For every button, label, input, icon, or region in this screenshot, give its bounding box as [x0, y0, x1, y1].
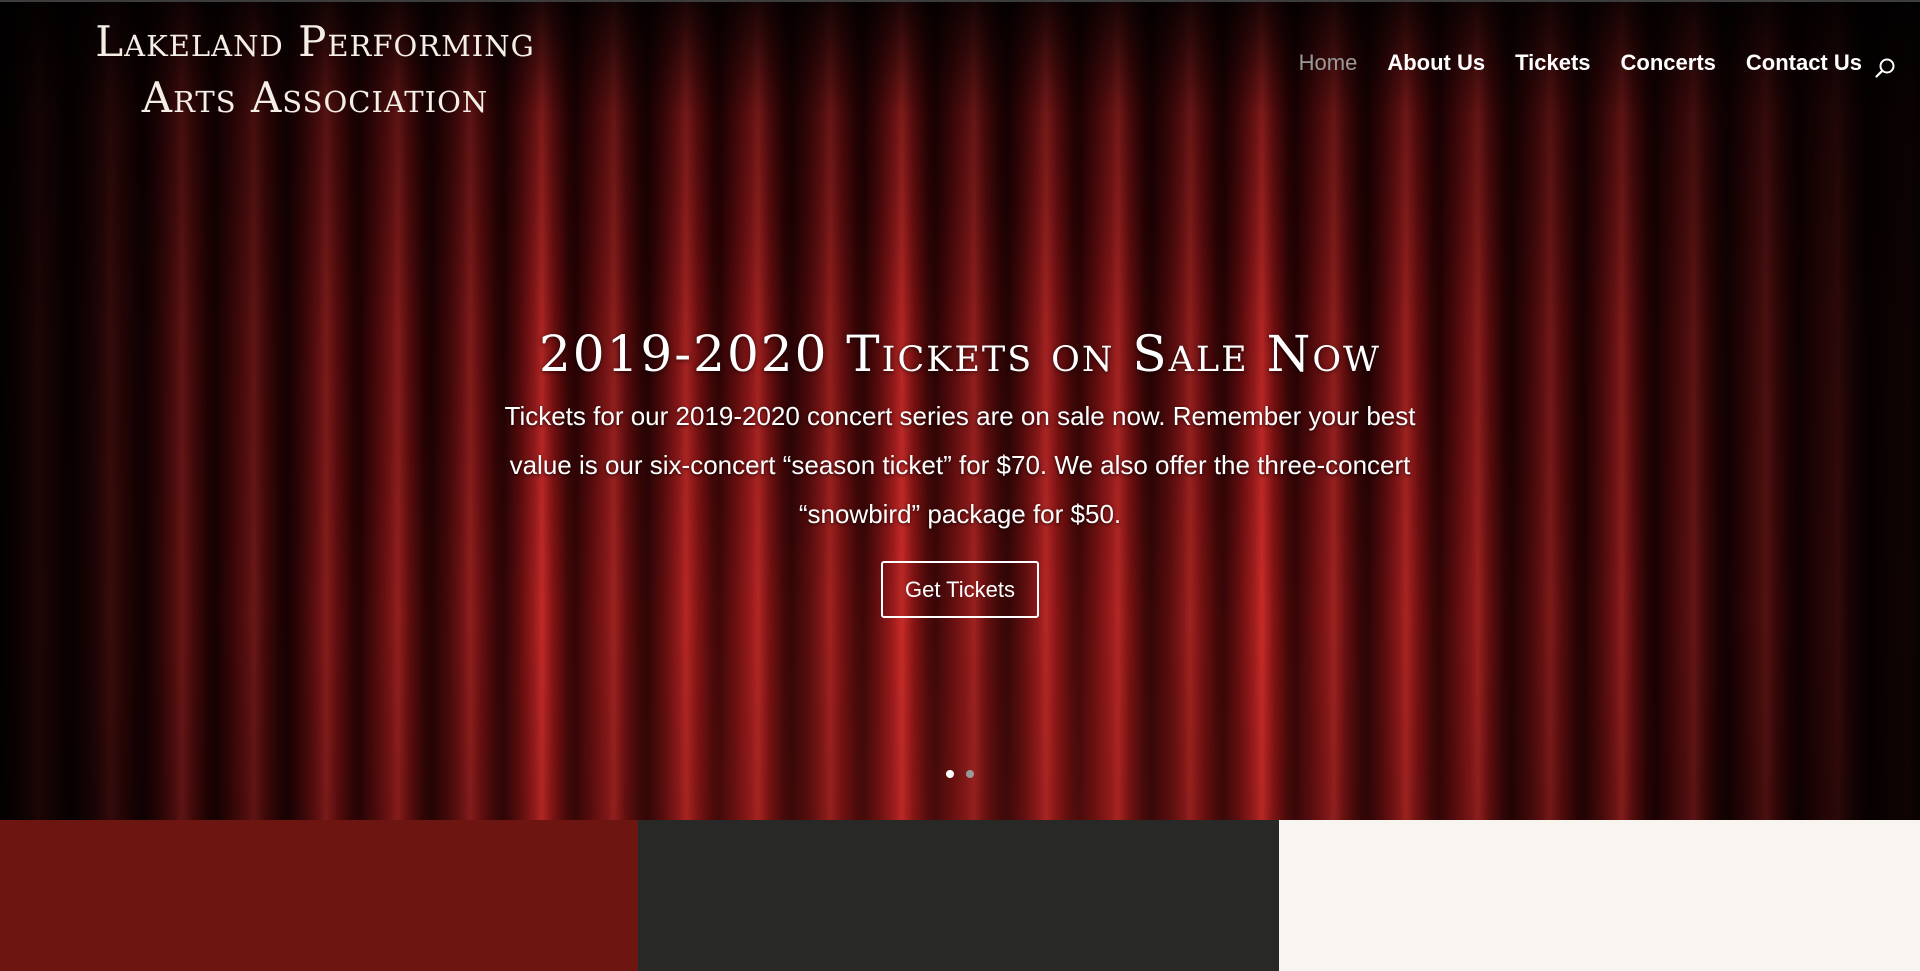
page: Lakeland Performing Arts Association Hom…	[0, 0, 1920, 971]
site-header: Lakeland Performing Arts Association Hom…	[0, 0, 1920, 130]
hero-text-line-2: value is our six-concert “season ticket”…	[509, 450, 1411, 480]
slider-dots	[0, 770, 1920, 778]
get-tickets-button[interactable]: Get Tickets	[880, 561, 1040, 618]
search-button[interactable]	[1874, 57, 1896, 79]
nav-item-about-us[interactable]: About Us	[1387, 50, 1485, 76]
hero-text-line-1: Tickets for our 2019-2020 concert series…	[504, 401, 1416, 431]
logo-line-1: Lakeland Performing	[95, 17, 535, 66]
nav-item-contact-us[interactable]: Contact Us	[1746, 50, 1862, 76]
feature-column-dark	[638, 820, 1279, 971]
logo-line-2: Arts Association	[141, 73, 489, 122]
main-nav: Home About Us Tickets Concerts Contact U…	[1299, 50, 1862, 76]
search-icon	[1875, 58, 1895, 78]
nav-item-concerts[interactable]: Concerts	[1621, 50, 1716, 76]
slider-dot-2[interactable]	[966, 770, 974, 778]
hero-text-line-3: “snowbird” package for $50.	[798, 499, 1122, 529]
hero-description: Tickets for our 2019-2020 concert series…	[440, 392, 1480, 539]
slider-dot-1[interactable]	[946, 770, 954, 778]
feature-columns	[0, 820, 1920, 971]
site-logo[interactable]: Lakeland Performing Arts Association	[30, 14, 600, 126]
nav-item-home[interactable]: Home	[1299, 50, 1358, 76]
hero-title: 2019-2020 Tickets on Sale Now	[539, 325, 1381, 383]
nav-item-tickets[interactable]: Tickets	[1515, 50, 1590, 76]
hero-slide: 2019-2020 Tickets on Sale Now Tickets fo…	[440, 318, 1480, 618]
feature-column-cream	[1279, 820, 1920, 971]
feature-column-red	[0, 820, 638, 971]
